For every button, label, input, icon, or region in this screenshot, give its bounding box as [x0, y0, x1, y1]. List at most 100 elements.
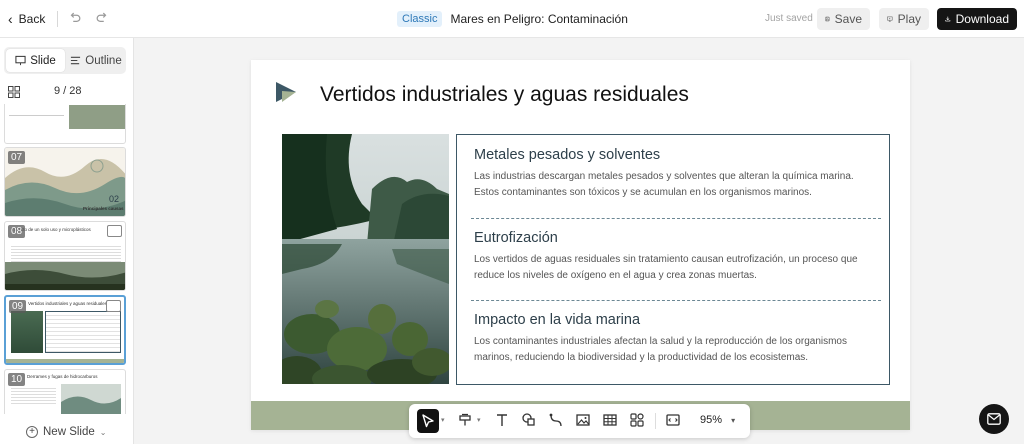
page-counter: 9 / 28 — [54, 85, 82, 97]
connector-tool[interactable] — [548, 412, 566, 430]
section-heading[interactable]: Metales pesados y solventes — [474, 147, 879, 163]
undo-button[interactable] — [66, 10, 84, 28]
chevron-down-icon: ⌄ — [99, 427, 107, 437]
section-heavy-metals: Metales pesados y solventes Las industri… — [474, 147, 879, 201]
feedback-button[interactable] — [979, 404, 1009, 434]
text-tool[interactable] — [494, 412, 512, 430]
redo-button[interactable] — [93, 10, 111, 28]
section-heading[interactable]: Impacto en la vida marina — [474, 312, 879, 328]
components-icon — [630, 413, 644, 427]
editing-toolbar: ▾ ▾ 95% ▾ — [409, 404, 750, 438]
section-body[interactable]: Las industrias descargan metales pesados… — [474, 169, 879, 201]
outline-icon — [71, 56, 81, 65]
slide-thumbnail[interactable]: 10 Derrames y fugas de hidrocarburos — [4, 369, 126, 414]
thumbnail-section-number: 02 — [109, 194, 120, 204]
back-button[interactable]: ‹ Back — [8, 10, 45, 28]
presentation-icon — [887, 16, 893, 22]
save-label: Save — [834, 12, 862, 26]
select-tool[interactable] — [417, 409, 439, 433]
connector-icon — [549, 413, 562, 427]
new-slide-label: New Slide — [43, 426, 95, 438]
theme-badge[interactable]: Classic — [397, 11, 443, 27]
components-tool[interactable] — [629, 412, 647, 430]
chevron-down-icon[interactable]: ▾ — [441, 416, 445, 424]
download-button[interactable]: Download — [937, 8, 1017, 30]
section-marine-impact: Impacto en la vida marina Los contaminan… — [474, 312, 879, 366]
toolbar-divider — [655, 413, 656, 429]
thumbnail-image — [69, 105, 125, 129]
style-tool[interactable] — [457, 412, 475, 430]
dashed-divider — [471, 218, 881, 219]
thumbnail-title: Vertidos industriales y aguas residuales — [28, 301, 108, 306]
thumbnail-body-text — [11, 386, 56, 406]
grid-view-button[interactable] — [8, 85, 20, 98]
section-heading[interactable]: Eutrofización — [474, 230, 879, 246]
slide-thumbnail[interactable]: 07 02 Principales causas — [4, 147, 126, 217]
table-tool[interactable] — [602, 412, 620, 430]
slide-thumbnail-selected[interactable]: 09 Vertidos industriales y aguas residua… — [4, 295, 126, 365]
slide-thumbnail[interactable]: 08 Impacto de un solo uso y microplástic… — [4, 221, 126, 291]
thumbnail-body-text — [11, 244, 121, 262]
slide-panel: Slide Outline 9 / 28 07 02 Principales c… — [0, 38, 134, 444]
image-icon — [576, 414, 590, 426]
save-icon — [825, 16, 830, 22]
download-label: Download — [955, 12, 1009, 26]
slide-icon — [15, 55, 26, 66]
thumbnail-badge — [106, 300, 121, 312]
text-icon — [497, 414, 507, 426]
embed-icon — [666, 414, 680, 426]
tab-slide[interactable]: Slide — [6, 49, 65, 72]
chevron-down-icon[interactable]: ▾ — [477, 416, 481, 424]
thumbnail-image — [61, 384, 121, 414]
thumbnail-footer — [6, 359, 124, 363]
slide-thumbnail[interactable] — [4, 104, 126, 144]
plus-circle-icon: + — [26, 426, 38, 438]
slide-title[interactable]: Vertidos industriales y aguas residuales — [320, 83, 689, 107]
thumbnail-image — [5, 262, 125, 290]
new-slide-button[interactable]: + New Slide ⌄ — [26, 426, 106, 438]
top-bar: ‹ Back Classic Mares en Peligro: Contami… — [0, 0, 1024, 38]
title-area: Classic Mares en Peligro: Contaminación — [397, 11, 628, 27]
tab-slide-label: Slide — [30, 54, 56, 67]
save-button[interactable]: Save — [817, 8, 870, 30]
shapes-icon — [522, 413, 535, 426]
view-toggle: Slide Outline — [4, 47, 126, 74]
tab-outline-label: Outline — [85, 54, 122, 67]
lake-forest-photo — [282, 134, 449, 384]
section-eutrophication: Eutrofización Los vertidos de aguas resi… — [474, 230, 879, 284]
grid-icon — [8, 86, 20, 98]
thumbnail-number: 10 — [8, 373, 26, 386]
thumbnail-image — [11, 311, 43, 353]
document-title[interactable]: Mares en Peligro: Contaminación — [450, 12, 627, 26]
redo-icon — [96, 12, 107, 22]
slide-canvas[interactable]: Vertidos industriales y aguas residuales — [251, 60, 910, 430]
thumbnail-line — [9, 115, 64, 116]
table-icon — [603, 414, 617, 426]
save-status: Just saved — [765, 13, 813, 24]
download-icon — [945, 16, 951, 22]
embed-tool[interactable] — [665, 412, 683, 430]
section-body[interactable]: Los contaminantes industriales afectan l… — [474, 334, 879, 366]
paint-icon — [459, 413, 471, 426]
thumbnail-title: Derrames y fugas de hidrocarburos — [27, 374, 98, 379]
shape-tool[interactable] — [521, 412, 539, 430]
thumbnail-number: 07 — [8, 151, 26, 164]
zoom-dropdown[interactable]: 95% ▾ — [700, 414, 735, 426]
image-tool[interactable] — [575, 412, 593, 430]
play-label: Play — [897, 12, 921, 26]
tab-outline[interactable]: Outline — [67, 49, 125, 72]
thumbnail-content — [45, 311, 121, 353]
chevron-left-icon: ‹ — [8, 11, 13, 27]
section-body[interactable]: Los vertidos de aguas residuales sin tra… — [474, 252, 879, 284]
zoom-level: 95% — [700, 414, 723, 426]
thumbnail-number: 09 — [9, 300, 27, 313]
lake-forest-image[interactable] — [282, 134, 449, 384]
thumbnail-section-title: Principales causas — [83, 206, 124, 211]
back-label: Back — [18, 12, 46, 26]
logo-icon — [276, 82, 296, 102]
dashed-divider — [471, 300, 881, 301]
thumbnail-number: 08 — [8, 225, 26, 238]
mail-icon — [987, 413, 1001, 425]
content-panel[interactable]: Metales pesados y solventes Las industri… — [456, 134, 890, 385]
play-button[interactable]: Play — [879, 8, 929, 30]
